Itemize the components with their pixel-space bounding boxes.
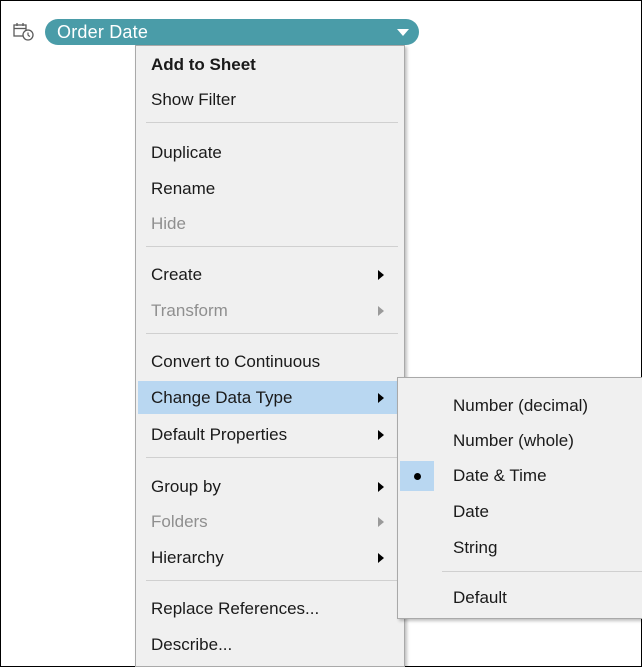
submenu-item-label: Number (decimal) (453, 396, 589, 415)
submenu-item-label: Number (whole) (453, 431, 574, 450)
chevron-right-icon (378, 517, 384, 527)
menu-item-label: Rename (151, 178, 216, 198)
submenu-item-default[interactable]: Default (398, 581, 642, 615)
selected-indicator (400, 461, 434, 491)
menu-separator (146, 333, 398, 334)
menu-item-create[interactable]: Create (138, 258, 402, 291)
menu-item-label: Folders (151, 511, 208, 531)
menu-item-describe[interactable]: Describe... (138, 628, 402, 661)
submenu-item-label: Date (453, 502, 489, 521)
menu-item-rename[interactable]: Rename (138, 172, 402, 205)
change-data-type-submenu: Number (decimal) Number (whole) Date & T… (397, 377, 642, 619)
menu-separator (146, 457, 398, 458)
chevron-right-icon (378, 393, 384, 403)
window-frame: Order Date Add to Sheet Show Filter Dupl… (0, 0, 642, 667)
menu-item-convert-to-continuous[interactable]: Convert to Continuous (138, 345, 402, 378)
pill-label: Order Date (57, 21, 149, 42)
menu-item-group-by[interactable]: Group by (138, 470, 402, 503)
menu-item-label: Create (151, 264, 203, 284)
menu-item-folders: Folders (138, 505, 402, 538)
chevron-right-icon (378, 430, 384, 440)
menu-item-default-properties[interactable]: Default Properties (138, 418, 402, 451)
menu-item-label: Describe... (151, 634, 233, 654)
order-date-pill[interactable]: Order Date (45, 19, 419, 45)
submenu-item-string[interactable]: String (398, 531, 642, 565)
context-menu: Add to Sheet Show Filter Duplicate Renam… (135, 45, 405, 667)
menu-item-label: Duplicate (151, 142, 222, 162)
menu-item-label: Hide (151, 213, 186, 233)
menu-item-hierarchy[interactable]: Hierarchy (138, 541, 402, 574)
date-calc-field-icon (13, 22, 35, 42)
menu-item-label: Transform (151, 300, 228, 320)
menu-item-add-to-sheet[interactable]: Add to Sheet (138, 48, 402, 81)
submenu-item-number-whole[interactable]: Number (whole) (398, 424, 642, 458)
bullet-icon (413, 472, 421, 480)
menu-item-label: Show Filter (151, 89, 237, 109)
chevron-down-icon[interactable] (397, 28, 409, 36)
menu-separator (146, 246, 398, 247)
menu-item-label: Hierarchy (151, 547, 224, 567)
menu-item-transform: Transform (138, 294, 402, 327)
menu-item-hide: Hide (138, 207, 402, 240)
menu-item-change-data-type[interactable]: Change Data Type (138, 381, 402, 414)
menu-item-replace-references[interactable]: Replace References... (138, 592, 402, 625)
menu-item-show-filter[interactable]: Show Filter (138, 83, 402, 116)
submenu-item-label: String (453, 538, 498, 557)
chevron-right-icon (378, 482, 384, 492)
submenu-item-number-decimal[interactable]: Number (decimal) (398, 389, 642, 423)
menu-item-label: Convert to Continuous (151, 351, 321, 371)
chevron-right-icon (378, 553, 384, 563)
submenu-item-date[interactable]: Date (398, 495, 642, 529)
menu-item-label: Change Data Type (151, 387, 293, 407)
chevron-right-icon (378, 270, 384, 280)
menu-separator (146, 122, 398, 123)
menu-item-label: Default Properties (151, 424, 288, 444)
menu-separator (146, 580, 398, 581)
menu-item-label: Add to Sheet (151, 54, 256, 74)
submenu-item-label: Date & Time (453, 466, 547, 485)
submenu-item-label: Default (453, 588, 507, 607)
chevron-right-icon (378, 306, 384, 316)
menu-item-label: Group by (151, 476, 221, 496)
menu-item-label: Replace References... (151, 598, 320, 618)
menu-item-duplicate[interactable]: Duplicate (138, 136, 402, 169)
submenu-item-date-time[interactable]: Date & Time (398, 459, 642, 493)
submenu-separator (442, 571, 642, 572)
